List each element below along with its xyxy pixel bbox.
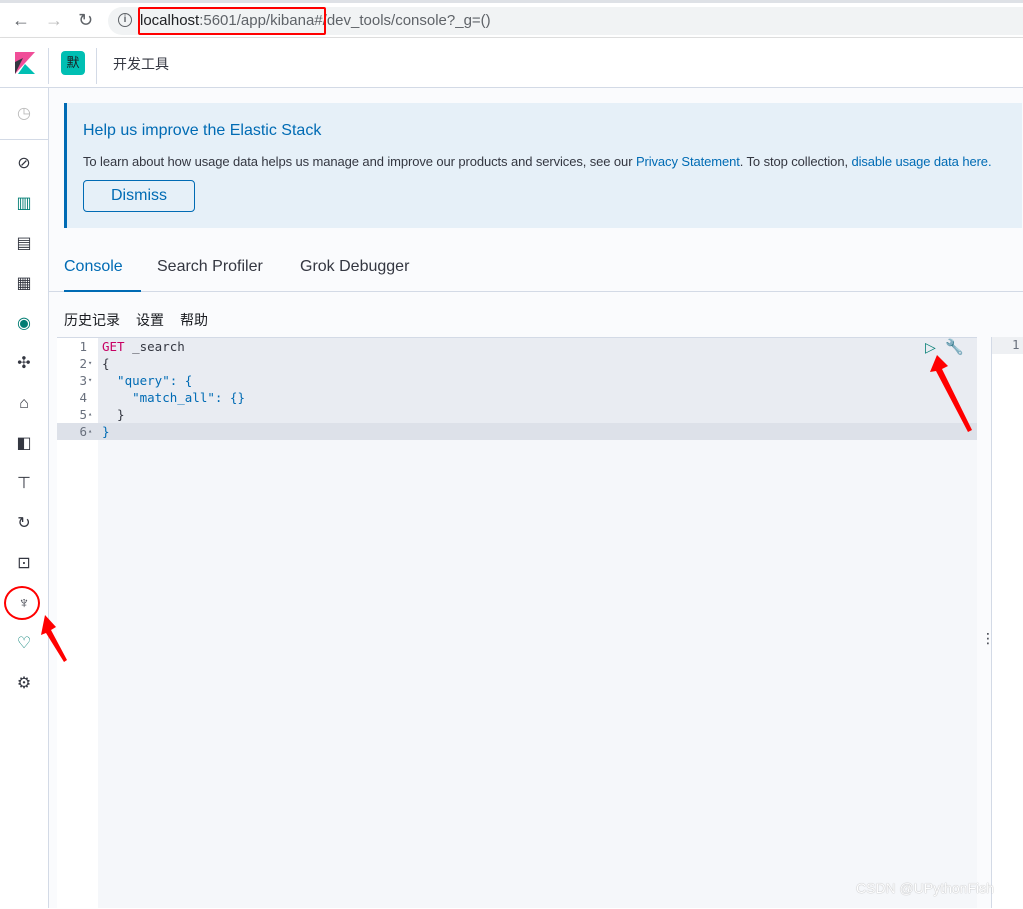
- fold-icon[interactable]: ▴: [88, 423, 92, 440]
- tab-bar: Console Search Profiler Grok Debugger: [49, 248, 1023, 292]
- maps-icon[interactable]: ◉: [14, 314, 34, 334]
- kibana-logo-icon[interactable]: [15, 52, 35, 74]
- history-link[interactable]: 历史记录: [64, 310, 120, 330]
- compass-icon[interactable]: ⊘: [14, 154, 34, 174]
- ml-icon[interactable]: ✣: [14, 354, 34, 374]
- fold-icon[interactable]: ▾: [88, 355, 92, 372]
- siem-icon[interactable]: ⊡: [14, 554, 34, 574]
- fold-icon[interactable]: ▴: [88, 406, 92, 423]
- url-path: :5601/app/kibana#/dev_tools/console?_g=(…: [199, 12, 491, 29]
- console-editor[interactable]: 1 GET _search 2 ▾{ 3 ▾ "query": { 4 "match_…: [57, 337, 977, 909]
- monitoring-heart-icon[interactable]: ♡: [14, 634, 34, 654]
- back-button[interactable]: ←: [12, 10, 30, 31]
- privacy-link[interactable]: Privacy Statement: [636, 154, 740, 169]
- code-line: 1 GET _search: [79, 339, 185, 354]
- info-icon[interactable]: i: [118, 13, 132, 27]
- code-line: 6 ▴}: [79, 423, 110, 440]
- logs-icon[interactable]: ◧: [14, 434, 34, 454]
- breadcrumb: 开发工具: [113, 56, 169, 72]
- visualize-icon[interactable]: ▥: [14, 194, 34, 214]
- help-link[interactable]: 帮助: [180, 310, 208, 330]
- space-avatar[interactable]: 默: [61, 51, 85, 75]
- fold-icon[interactable]: ▾: [88, 372, 92, 389]
- dashboard-icon[interactable]: ▤: [14, 234, 34, 254]
- disable-link[interactable]: disable usage data here.: [851, 154, 991, 169]
- watermark: CSDN @UPythonFish: [856, 880, 994, 896]
- forward-button[interactable]: →: [45, 10, 63, 31]
- banner-title: Help us improve the Elastic Stack: [83, 122, 322, 139]
- tab-search-profiler[interactable]: Search Profiler: [157, 258, 263, 292]
- browser-toolbar: ← → ↻ i localhost:5601/app/kibana#/dev_t…: [0, 0, 1023, 38]
- sidebar-nav: ◷ ⊘ ▥ ▤ ▦ ◉ ✣ ⌂ ◧ ⊤ ↻ ⊡ ♆ ♡ ⚙: [0, 88, 49, 908]
- url-host: localhost: [140, 12, 200, 29]
- dev-tools-wrench-icon[interactable]: ♆: [14, 594, 34, 614]
- response-pane: 1: [991, 337, 1023, 908]
- kibana-header: 默 开发工具: [0, 38, 1023, 88]
- uptime-icon[interactable]: ↻: [14, 514, 34, 534]
- settings-link[interactable]: 设置: [136, 310, 164, 330]
- tab-grok-debugger[interactable]: Grok Debugger: [300, 258, 409, 292]
- code-line: 2 ▾{: [79, 355, 110, 372]
- gear-icon[interactable]: ⚙: [14, 674, 34, 694]
- infrastructure-icon[interactable]: ⌂: [14, 394, 34, 414]
- banner-text: To learn about how usage data helps us m…: [83, 154, 992, 169]
- clock-icon[interactable]: ◷: [14, 104, 34, 124]
- telemetry-banner: Help us improve the Elastic Stack To lea…: [64, 103, 1022, 228]
- play-icon[interactable]: ▷: [925, 339, 936, 356]
- divider: [48, 48, 49, 84]
- code-line: 3 ▾ "query": {: [79, 372, 193, 389]
- dismiss-button[interactable]: Dismiss: [83, 180, 195, 212]
- tab-console[interactable]: Console: [64, 258, 141, 292]
- wrench-icon[interactable]: 🔧: [945, 338, 964, 356]
- divider: [0, 139, 48, 140]
- apm-icon[interactable]: ⊤: [14, 474, 34, 494]
- address-bar[interactable]: i localhost:5601/app/kibana#/dev_tools/c…: [108, 7, 1023, 35]
- code-line: 5 ▴ }: [79, 406, 125, 423]
- code-line: 4 "match_all": {}: [79, 390, 245, 405]
- reload-button[interactable]: ↻: [78, 10, 93, 31]
- canvas-icon[interactable]: ▦: [14, 274, 34, 294]
- divider: [96, 48, 97, 84]
